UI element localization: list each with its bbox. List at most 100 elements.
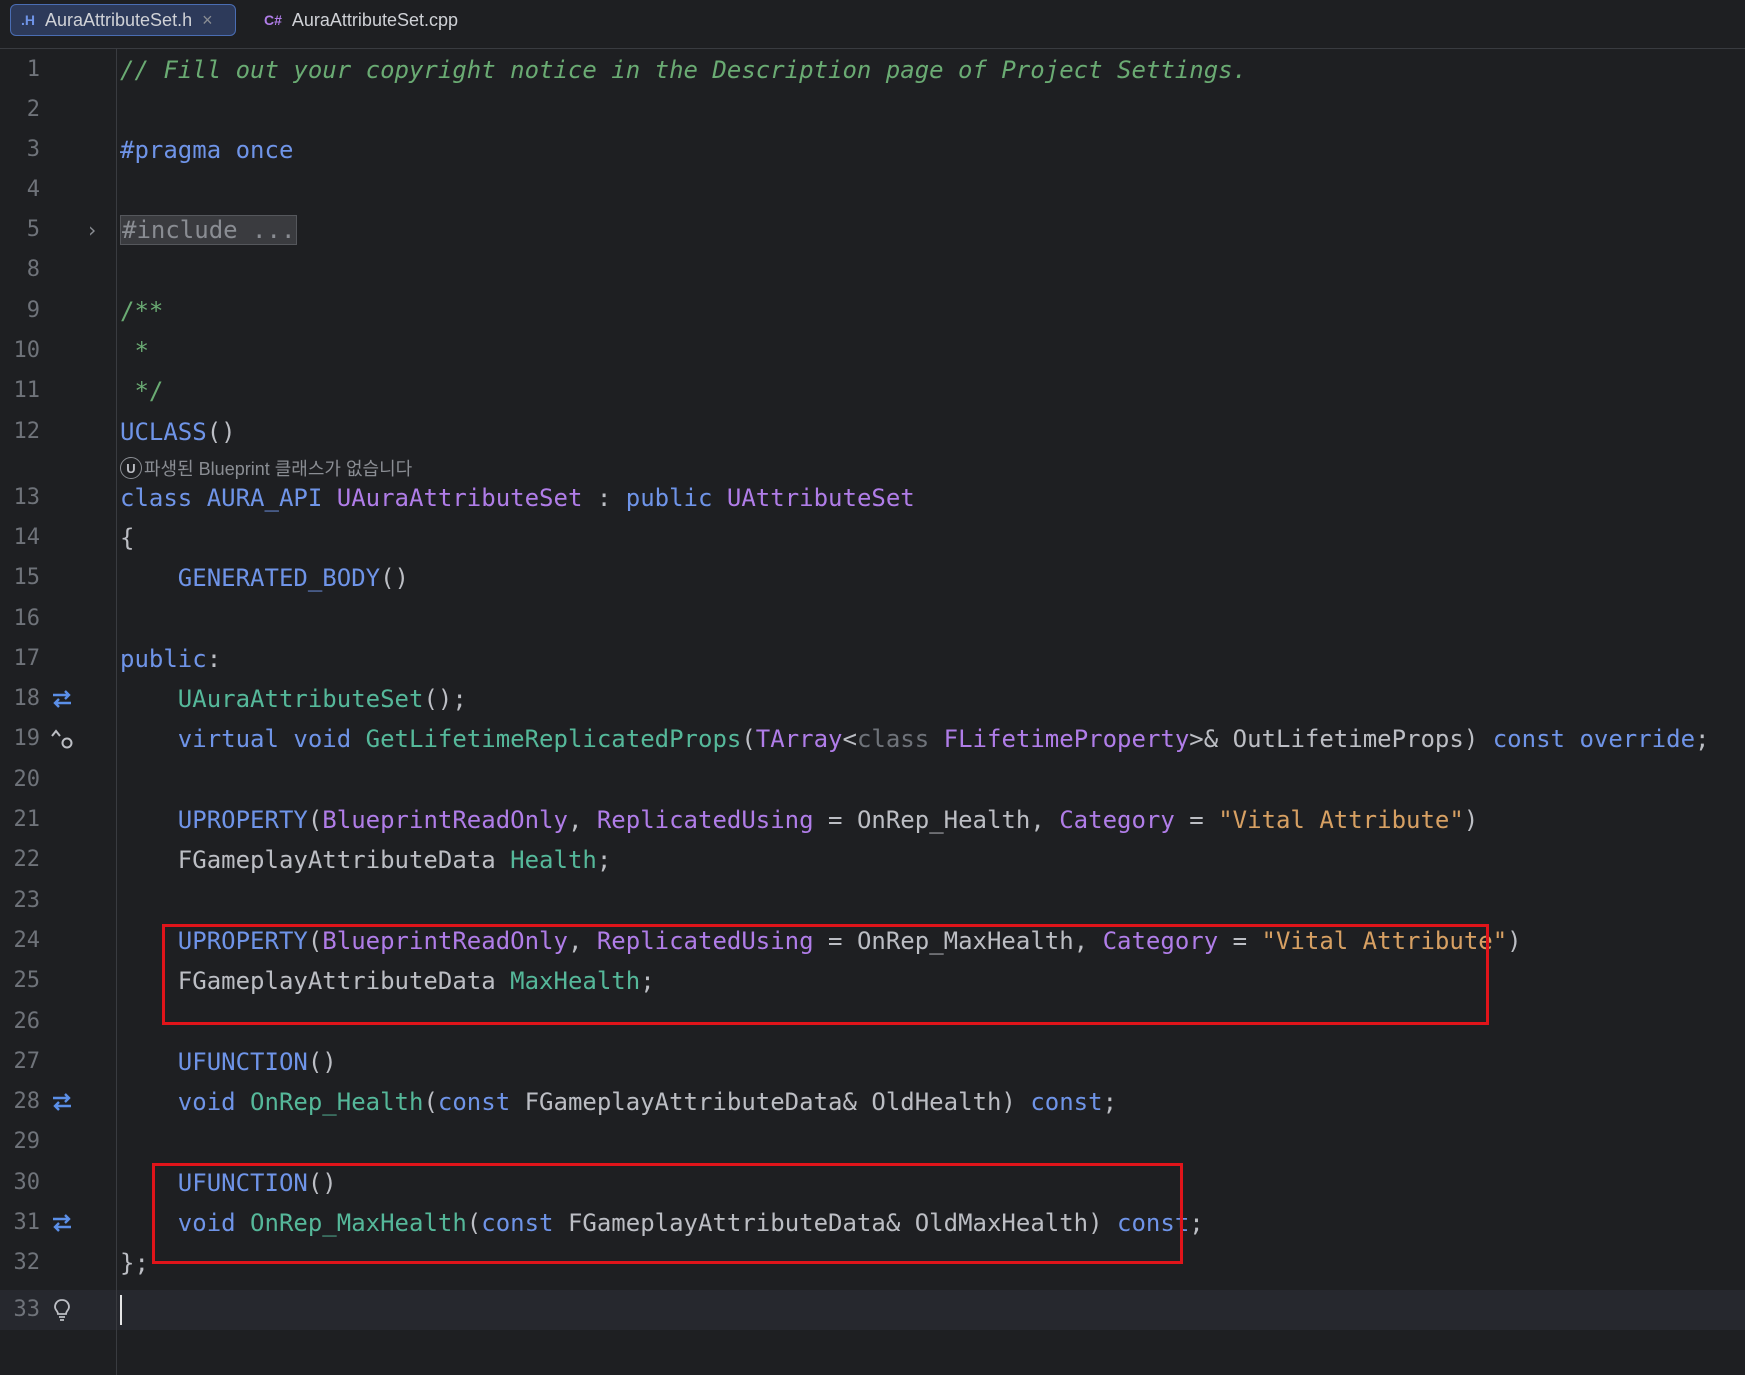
- doc-comment: *: [120, 337, 149, 365]
- line-number: 30: [13, 1170, 41, 1195]
- keyword-const: const: [1030, 1088, 1103, 1116]
- line-number: 23: [13, 888, 41, 913]
- code-editor[interactable]: 1 // Fill out your copyright notice in t…: [0, 48, 1745, 1375]
- pragma-once: once: [221, 136, 294, 164]
- paren: (): [307, 1048, 337, 1076]
- param: >& OutLifetimeProps): [1189, 725, 1493, 753]
- code-line-23[interactable]: 23: [0, 881, 1745, 921]
- highlight-box-onrep-maxhealth: [152, 1163, 1183, 1264]
- ufunction-macro: UFUNCTION: [177, 1048, 308, 1076]
- line-number: 26: [13, 1009, 41, 1034]
- code-line-29[interactable]: 29: [0, 1122, 1745, 1162]
- tab-aura-attribute-set-cpp[interactable]: C# AuraAttributeSet.cpp: [256, 4, 466, 36]
- api-macro: AURA_API: [206, 484, 323, 512]
- code-line-14[interactable]: 14 {: [0, 518, 1745, 558]
- code-line-33[interactable]: 33: [0, 1290, 1745, 1330]
- paren: (): [206, 418, 236, 446]
- specifier: BlueprintReadOnly: [322, 806, 568, 834]
- tab-label: AuraAttributeSet.cpp: [291, 9, 459, 30]
- implemented-arrows-icon[interactable]: [50, 1091, 74, 1113]
- code-line-4[interactable]: 4: [0, 170, 1745, 210]
- editor-tab-bar: .H AuraAttributeSet.h × C# AuraAttribute…: [0, 0, 1745, 49]
- implemented-arrows-icon[interactable]: [50, 1212, 74, 1234]
- code-line-9[interactable]: 9 /**: [0, 291, 1745, 331]
- constructor-name: UAuraAttributeSet: [177, 685, 424, 713]
- line-number: 33: [13, 1297, 41, 1322]
- line-number: 18: [13, 686, 41, 711]
- paren: (: [741, 725, 756, 753]
- line-number: 9: [26, 298, 40, 323]
- line-number: 19: [13, 726, 41, 751]
- line-number: 16: [13, 606, 41, 631]
- equals: =: [1174, 806, 1219, 834]
- code-line-27[interactable]: 27 UFUNCTION(): [0, 1042, 1745, 1082]
- text-caret: [120, 1295, 122, 1325]
- line-number: 14: [13, 525, 41, 550]
- code-line-16[interactable]: 16: [0, 599, 1745, 639]
- semicolon: ;: [1695, 725, 1710, 753]
- override-icon[interactable]: [50, 728, 74, 750]
- folded-include-block[interactable]: #include ...: [120, 215, 298, 245]
- line-number: 28: [13, 1089, 41, 1114]
- comma: ,: [567, 806, 597, 834]
- code-line-3[interactable]: 3 #pragma once: [0, 130, 1745, 170]
- code-line-21[interactable]: 21 UPROPERTY(BlueprintReadOnly, Replicat…: [0, 800, 1745, 840]
- uclass-macro: UCLASS: [120, 418, 207, 446]
- semicolon: ;: [596, 846, 612, 874]
- tab-aura-attribute-set-h[interactable]: .H AuraAttributeSet.h ×: [10, 4, 236, 36]
- doc-comment: */: [120, 377, 164, 405]
- line-number: 25: [13, 968, 41, 993]
- closing-brace: };: [120, 1249, 149, 1277]
- punct: ();: [423, 685, 467, 713]
- code-line-12[interactable]: 12 UCLASS(): [0, 412, 1745, 452]
- line-number: 11: [13, 378, 41, 403]
- specifier: ReplicatedUsing: [596, 806, 814, 834]
- type-lifetime-property: FLifetimeProperty: [943, 725, 1190, 753]
- line-number: 31: [13, 1210, 41, 1235]
- unreal-icon: U: [120, 457, 142, 479]
- code-line-20[interactable]: 20: [0, 760, 1745, 800]
- tab-label: AuraAttributeSet.h: [45, 9, 193, 30]
- base-class: UAttributeSet: [726, 484, 915, 512]
- lightbulb-icon[interactable]: [50, 1299, 74, 1321]
- close-icon[interactable]: ×: [202, 10, 213, 31]
- paren: (): [380, 564, 409, 592]
- paren: ): [1463, 806, 1479, 834]
- code-line-22[interactable]: 22 FGameplayAttributeData Health;: [0, 840, 1745, 880]
- line-number: 10: [13, 338, 41, 363]
- semicolon: ;: [1102, 1088, 1118, 1116]
- code-line-5[interactable]: 5 › #include ...: [0, 210, 1745, 250]
- keyword-const: const: [1492, 725, 1565, 753]
- line-number: 12: [13, 419, 41, 444]
- keyword-const: const: [437, 1088, 511, 1116]
- class-name: UAuraAttributeSet: [336, 484, 583, 512]
- angle: <: [842, 725, 857, 753]
- function-name: OnRep_Health: [250, 1088, 424, 1116]
- line-number: 21: [13, 807, 41, 832]
- code-line-28[interactable]: 28 void OnRep_Health(const FGameplayAttr…: [0, 1082, 1745, 1122]
- brace: {: [120, 524, 135, 552]
- code-line-18[interactable]: 18 UAuraAttributeSet();: [0, 679, 1745, 719]
- code-line-17[interactable]: 17 public:: [0, 639, 1745, 679]
- keyword-void: void: [177, 1088, 236, 1116]
- code-line-13[interactable]: 13 class AURA_API UAuraAttributeSet : pu…: [0, 478, 1745, 518]
- code-line-15[interactable]: 15 GENERATED_BODY(): [0, 558, 1745, 598]
- code-line-1[interactable]: 1 // Fill out your copyright notice in t…: [0, 50, 1745, 90]
- fold-chevron-icon[interactable]: ›: [86, 210, 98, 250]
- line-number: 22: [13, 847, 41, 872]
- code-line-8[interactable]: 8: [0, 250, 1745, 290]
- implemented-arrows-icon[interactable]: [50, 688, 74, 710]
- code-line-2[interactable]: 2: [0, 90, 1745, 130]
- field-name: Health: [510, 846, 597, 874]
- code-line-19[interactable]: 19 virtual void GetLifetimeReplicatedPro…: [0, 719, 1745, 759]
- code-line-11[interactable]: 11 */: [0, 371, 1745, 411]
- type-tarray: TArray: [755, 725, 843, 753]
- line-number: 8: [26, 257, 40, 282]
- colon: :: [206, 645, 222, 673]
- paren: (: [423, 1088, 438, 1116]
- param: FGameplayAttributeData& OldHealth): [510, 1088, 1031, 1116]
- line-number: 27: [13, 1049, 41, 1074]
- line-number: 24: [13, 928, 41, 953]
- keyword-public: public: [120, 645, 207, 673]
- code-line-10[interactable]: 10 *: [0, 331, 1745, 371]
